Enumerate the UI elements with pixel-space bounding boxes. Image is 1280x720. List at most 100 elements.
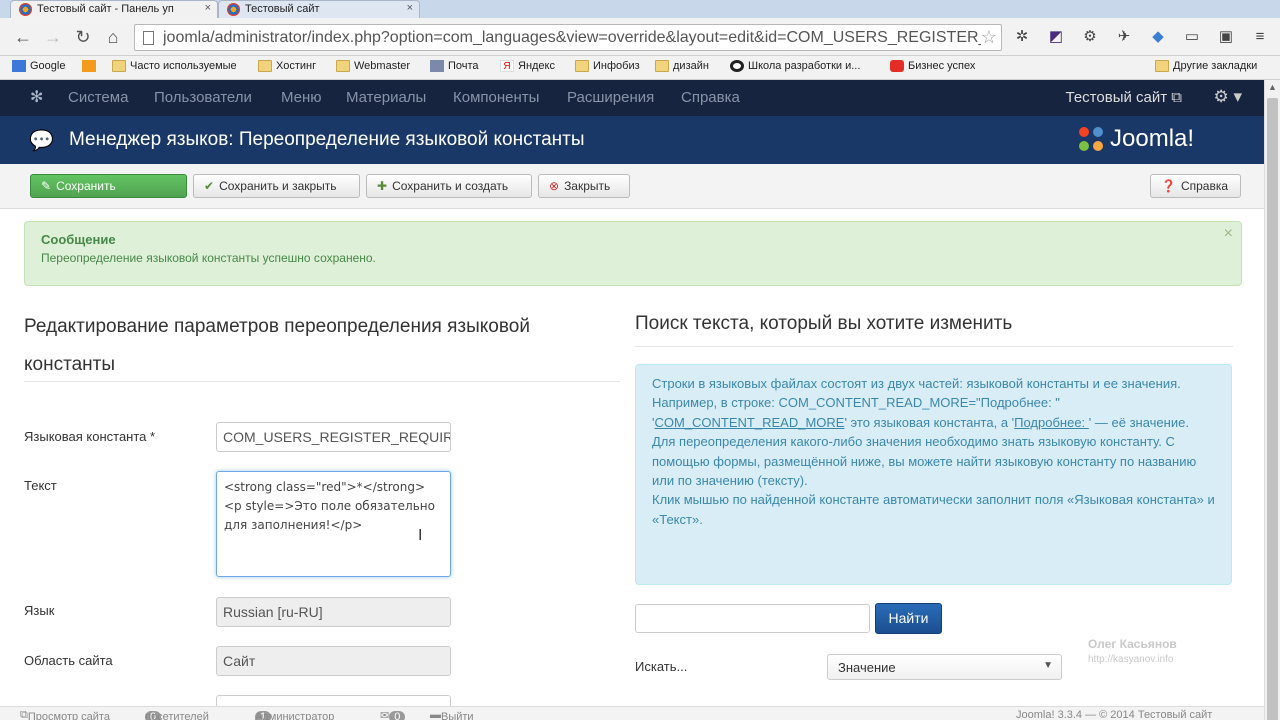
menu-extensions[interactable]: Расширения	[567, 89, 654, 106]
search-type-select[interactable]: Значение ▼	[827, 654, 1062, 680]
language-input: Russian [ru-RU]	[216, 597, 451, 627]
divider	[24, 381, 620, 382]
folder-icon	[655, 60, 669, 72]
bookmark-item[interactable]: Google	[12, 60, 65, 72]
yandex-icon: Я	[500, 60, 514, 72]
joomla-favicon-icon	[227, 3, 240, 16]
browser-tabstrip: Тестовый сайт - Панель уп × Тестовый сай…	[0, 0, 1280, 18]
settings-extension-icon[interactable]: ⚙	[1081, 28, 1099, 46]
menu-help[interactable]: Справка	[681, 89, 740, 106]
bookmark-item[interactable]: дизайн	[655, 60, 709, 72]
bookmark-item[interactable]: Инфобиз	[575, 60, 640, 72]
admin-navbar: ✻ Система Пользователи Меню Материалы Ко…	[0, 80, 1264, 116]
bookmark-item[interactable]: Webmaster	[336, 60, 410, 72]
mail-icon	[430, 60, 444, 72]
page-icon	[143, 31, 154, 45]
joomla-logo-icon[interactable]: ✻	[30, 89, 48, 107]
forward-icon[interactable]: →	[42, 27, 64, 47]
version-text: Joomla! 3.3.4 — © 2014 Тестовый сайт	[1016, 709, 1213, 720]
other-bookmarks[interactable]: Другие закладки	[1155, 60, 1257, 72]
close-tab-icon[interactable]: ×	[407, 2, 413, 14]
browser-tab-admin[interactable]: Тестовый сайт - Панель уп ×	[10, 0, 218, 18]
menu-users[interactable]: Пользователи	[154, 89, 252, 106]
constant-input[interactable]: COM_USERS_REGISTER_REQUIRED	[216, 422, 451, 452]
search-input[interactable]	[635, 604, 870, 633]
plus-icon: ✚	[377, 179, 388, 193]
client-input: Сайт	[216, 646, 451, 676]
menu-icon[interactable]: ≡	[1251, 28, 1269, 46]
find-button[interactable]: Найти	[875, 603, 942, 634]
close-icon[interactable]: ×	[1224, 225, 1233, 243]
help-button[interactable]: ❓ Справка	[1150, 174, 1241, 198]
action-toolbar: ✎ Сохранить ✔ Сохранить и закрыть ✚ Сохрани…	[0, 164, 1264, 209]
browser-tab-site[interactable]: Тестовый сайт ×	[218, 0, 420, 18]
edit-icon: ✎	[41, 179, 52, 193]
brand-text: Joomla!	[1110, 125, 1195, 152]
save-close-button[interactable]: ✔ Сохранить и закрыть	[193, 174, 360, 198]
chevron-down-icon: ▼	[1043, 660, 1053, 671]
page-scrollbar[interactable]: ▲	[1264, 80, 1280, 720]
success-message: Сообщение Переопределение языковой конст…	[24, 221, 1242, 286]
url-text[interactable]: joomla/administrator/index.php?option=co…	[163, 29, 981, 47]
save-button[interactable]: ✎ Сохранить	[30, 174, 187, 198]
extension-icon[interactable]: ◩	[1047, 28, 1065, 46]
page-title: Менеджер языков: Переопределение языково…	[69, 129, 585, 150]
constant-label: Языковая константа *	[24, 429, 156, 444]
status-bar: ⧉ Просмотр сайта 0 посетителей 1 Админис…	[0, 706, 1264, 720]
folder-icon	[258, 60, 272, 72]
odnoklassniki-icon	[82, 60, 96, 72]
menu-components[interactable]: Компоненты	[453, 89, 539, 106]
logout-link[interactable]: ▬ Выйти	[430, 709, 474, 720]
bookmarks-bar: Google Часто используемые Хостинг Webmas…	[0, 56, 1280, 80]
close-button[interactable]: ⊗ Закрыть	[538, 174, 630, 198]
browser-tab-title: Тестовый сайт - Панель уп	[37, 3, 174, 15]
bookmark-item[interactable]: Почта	[430, 60, 479, 72]
cast-icon[interactable]: ▭	[1183, 28, 1201, 46]
search-in-label: Искать...	[635, 659, 688, 674]
youtube-icon	[890, 60, 904, 72]
joomla-logo-icon	[1079, 127, 1103, 151]
text-label: Текст	[24, 478, 57, 493]
search-info: Строки в языковых файлах состоят из двух…	[635, 364, 1232, 585]
watermark: Олег Касьянов http://kasyanov.info	[1088, 637, 1177, 665]
bookmark-star-icon[interactable]: ☆	[981, 27, 997, 48]
search-heading: Поиск текста, который вы хотите изменить	[635, 313, 1013, 334]
divider	[635, 346, 1233, 347]
bookmark-item[interactable]: Я Яндекс	[500, 60, 555, 72]
gear-icon[interactable]: ⚙ ▾	[1214, 87, 1243, 107]
bookmark-item[interactable]: Школа разработки и...	[730, 60, 860, 72]
folder-icon	[575, 60, 589, 72]
cancel-icon: ⊗	[549, 179, 560, 193]
extension-icon[interactable]: ▣	[1217, 28, 1235, 46]
bookmark-item[interactable]: Хостинг	[258, 60, 316, 72]
preview-link[interactable]: ⧉ Просмотр сайта	[20, 709, 110, 720]
extension-icon[interactable]: ✈	[1115, 28, 1133, 46]
browser-tab-title: Тестовый сайт	[245, 3, 320, 15]
menu-menus[interactable]: Меню	[281, 89, 322, 106]
menu-system[interactable]: Система	[68, 89, 128, 106]
text-cursor-icon: I	[418, 527, 423, 544]
close-tab-icon[interactable]: ×	[205, 2, 211, 14]
address-bar[interactable]: joomla/administrator/index.php?option=co…	[134, 24, 1002, 51]
site-icon	[730, 60, 744, 72]
form-heading: Редактирование параметров переопределени…	[24, 316, 530, 375]
back-icon[interactable]: ←	[12, 27, 34, 47]
menu-content[interactable]: Материалы	[346, 89, 426, 106]
home-icon[interactable]: ⌂	[102, 27, 124, 47]
reload-icon[interactable]: ↻	[72, 27, 94, 47]
message-text: Переопределение языковой константы успеш…	[41, 251, 376, 265]
text-textarea[interactable]: <strong class="red">*</strong> <p style=…	[216, 471, 451, 577]
bookmark-item[interactable]: Бизнес успех	[890, 60, 975, 72]
extension-icon[interactable]: ✲	[1013, 28, 1031, 46]
save-new-button[interactable]: ✚ Сохранить и создать	[366, 174, 532, 198]
scroll-up-icon[interactable]: ▲	[1268, 82, 1277, 92]
bookmark-item[interactable]: Часто используемые	[112, 60, 237, 72]
view-site-link[interactable]: Тестовый сайт ⧉	[1066, 89, 1182, 106]
scroll-thumb[interactable]	[1267, 98, 1278, 720]
browser-toolbar: ← → ↻ ⌂ joomla/administrator/index.php?o…	[0, 18, 1280, 56]
messages-count: ✉ 0	[380, 709, 406, 720]
folder-icon	[112, 60, 126, 72]
comments-icon: 💬	[29, 130, 54, 152]
google-icon	[12, 60, 26, 72]
extension-icon[interactable]: ◆	[1149, 28, 1167, 46]
